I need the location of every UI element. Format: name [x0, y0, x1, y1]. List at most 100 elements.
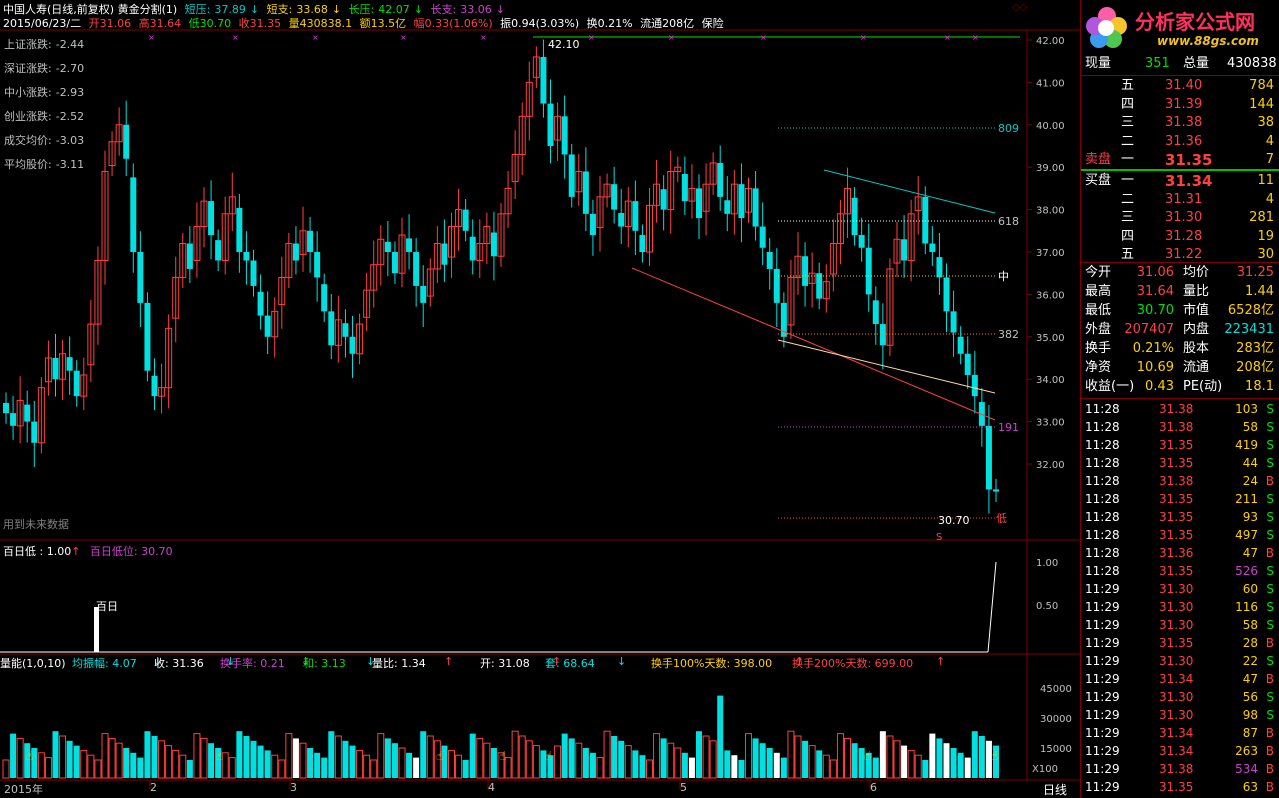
tick-price: 31.30 — [1159, 690, 1194, 704]
candle-body — [922, 196, 929, 244]
candle-body — [328, 311, 335, 346]
volume-bar — [264, 750, 271, 778]
volume-bar — [59, 735, 67, 779]
stat-value: 6528亿 — [1227, 303, 1274, 318]
candle-body — [349, 336, 356, 354]
volume-bar — [688, 757, 695, 778]
tick-side: S — [1266, 708, 1274, 722]
tick-row: 11:28 31.35 497 S — [1081, 526, 1279, 544]
book-level: 四 — [1121, 228, 1135, 244]
stat-label: 换手 — [1085, 341, 1112, 356]
period-label[interactable]: 日线 — [1043, 781, 1067, 798]
top-marker: × — [588, 33, 595, 42]
volume-bar — [561, 733, 568, 778]
candle-body — [73, 370, 80, 397]
tick-side: S — [1266, 582, 1274, 596]
trend-line-red — [631, 267, 996, 421]
volume-bar — [2, 759, 10, 779]
x-label: 4 — [488, 781, 495, 794]
hundred-day-marker-label: 百日 — [96, 600, 118, 613]
volume-bar — [929, 733, 936, 778]
tick-volume: 44 — [1242, 456, 1258, 470]
bid-level-3: 四 31.28 19 — [1081, 228, 1279, 246]
stat-row-2: 最低 30.70 市值 6528亿 — [1081, 302, 1279, 320]
volume-bar — [236, 731, 243, 778]
volume-bar — [377, 733, 385, 779]
sub1-legend2-name: 百日低位: — [89, 545, 138, 558]
tick-price: 31.38 — [1159, 402, 1194, 416]
tick-row: 11:29 31.30 58 S — [1081, 616, 1279, 634]
tick-volume: 87 — [1242, 726, 1258, 740]
stat-label: PE(动) — [1183, 379, 1223, 394]
volume-bar — [829, 759, 837, 779]
volume-bar — [314, 752, 321, 778]
tick-time: 11:28 — [1085, 402, 1120, 416]
candle-body — [130, 177, 137, 252]
sub2-y-label: 45000 — [1040, 684, 1072, 695]
volume-bar — [886, 735, 894, 779]
candle-body — [490, 232, 497, 257]
tick-side: S — [1266, 690, 1274, 704]
volume-bar — [936, 738, 943, 778]
volume-bar — [773, 752, 780, 778]
volume-bar — [73, 745, 80, 778]
sub1-legend: 百日低 : 1.00↑ 百日低位: 30.70 — [3, 545, 173, 558]
x-label: 2015年 — [4, 783, 43, 796]
book-level: 三 — [1121, 210, 1135, 226]
future-data-note: 用到未来数据 — [3, 518, 69, 531]
volume-bar — [144, 731, 151, 778]
candle-body — [773, 268, 780, 303]
candle-body — [879, 324, 886, 346]
candle-body — [321, 284, 328, 312]
low-tag: 低 — [996, 512, 1007, 525]
tick-time: 11:29 — [1085, 600, 1120, 614]
volume-bar — [413, 757, 420, 778]
stat-label: 外盘 — [1085, 322, 1112, 337]
sub2-legend-item: 套: 68.64 — [545, 657, 595, 670]
stat-label: 收益(一) — [1085, 379, 1135, 394]
kline-chart[interactable]: 42.0041.0040.0039.0038.0037.0036.0035.00… — [0, 0, 1080, 798]
volume-bar — [151, 736, 158, 778]
tick-price: 31.38 — [1159, 420, 1194, 434]
volume-bar — [836, 733, 844, 779]
tick-price: 31.30 — [1159, 654, 1194, 668]
candle-body — [257, 291, 264, 316]
hand-pointer-icon: ☝ — [991, 749, 998, 763]
tick-side: S — [1266, 402, 1274, 416]
tick-row: 11:28 31.38 24 B — [1081, 472, 1279, 490]
tick-time: 11:29 — [1085, 636, 1120, 650]
tick-row: 11:29 31.34 263 B — [1081, 742, 1279, 760]
ask-level-2: 三 31.38 38 — [1081, 114, 1279, 132]
volume-bar — [901, 745, 908, 778]
candle-body — [144, 302, 151, 371]
stat-value: 31.64 — [1136, 284, 1174, 299]
bid-level-1: 二 31.31 4 — [1081, 191, 1279, 209]
volume-bar — [448, 749, 455, 779]
volume-bar — [738, 760, 745, 778]
y-label: 36.00 — [1036, 290, 1065, 301]
tick-price: 31.34 — [1159, 672, 1194, 686]
volume-bar — [759, 743, 766, 778]
volume-bar — [624, 745, 632, 779]
volume-bar — [511, 730, 519, 779]
tick-volume: 47 — [1242, 546, 1258, 560]
tick-row: 11:28 31.35 44 S — [1081, 454, 1279, 472]
tick-side: S — [1266, 438, 1274, 452]
volume-bar — [158, 740, 166, 779]
stat-value: 207407 — [1124, 322, 1174, 337]
y-label: 37.00 — [1036, 248, 1065, 259]
volume-bar — [596, 757, 604, 779]
candle-body — [618, 212, 625, 227]
candle-body — [462, 209, 469, 231]
candle-body — [632, 201, 639, 231]
candle-body — [236, 207, 243, 252]
tick-row: 11:28 31.35 93 S — [1081, 508, 1279, 526]
candle-body — [391, 252, 398, 274]
volume-bar — [342, 740, 349, 778]
tick-row: 11:29 31.35 63 B — [1081, 778, 1279, 796]
candle-body — [985, 425, 992, 490]
stat-row-6: 收益(一) 0.43 PE(动) 18.1 — [1081, 378, 1279, 396]
volume-bar — [349, 745, 356, 778]
tick-side: B — [1265, 780, 1274, 794]
hand-pointer-icon: ☝ — [864, 749, 871, 763]
